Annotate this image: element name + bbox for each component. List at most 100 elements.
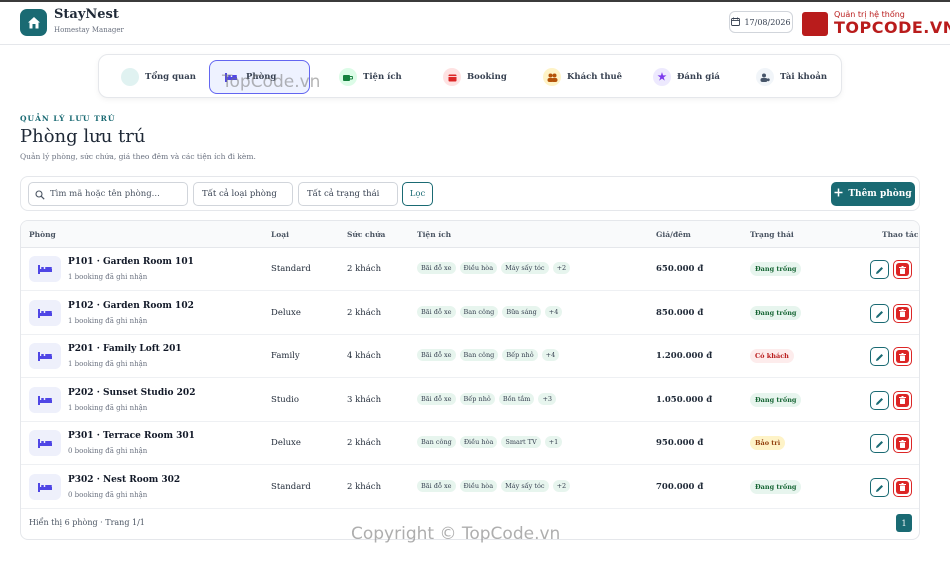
edit-button[interactable] [870, 477, 889, 497]
room-type-select[interactable]: Tất cả loại phòng [193, 182, 293, 206]
table-row: P101 · Garden Room 101 1 booking đã ghi … [21, 248, 919, 291]
dashboard-icon [121, 68, 139, 86]
edit-button[interactable] [870, 303, 889, 323]
room-type: Family [271, 351, 300, 361]
nav-item-booking[interactable]: Booking [431, 60, 519, 94]
status-select[interactable]: Tất cả trạng thái [298, 182, 398, 206]
amenity-chip: Bãi đỗ xe [417, 305, 456, 318]
room-price: 1.050.000 đ [656, 394, 713, 405]
room-capacity: 2 khách [347, 307, 382, 318]
nav-label: Tổng quan [145, 72, 196, 82]
delete-button[interactable] [893, 347, 912, 366]
room-price: 1.200.000 đ [656, 351, 713, 361]
nav-item-overview[interactable]: Tổng quan [109, 60, 208, 94]
users-icon [543, 68, 561, 86]
watermark-center: TopCode.vn [222, 72, 321, 92]
delete-button[interactable] [893, 260, 912, 279]
amenity-chip: Ban công [417, 436, 456, 448]
pencil-icon [875, 391, 884, 410]
amenity-chip: Bếp nhỏ [459, 392, 495, 405]
trash-icon [896, 393, 909, 407]
trash-icon [896, 350, 909, 363]
room-name: P201 · Family Loft 201 [68, 344, 182, 354]
bed-icon [29, 386, 61, 413]
brand-name: StayNest [54, 7, 119, 22]
col-amenities: Tiện ích [417, 230, 452, 239]
bed-icon [29, 299, 61, 326]
amenity-more-chip: +2 [552, 479, 571, 492]
add-room-button[interactable]: Thêm phòng [831, 182, 915, 206]
watermark-logo: Quản trị hệ thống TOPCODE.VN [802, 10, 950, 40]
plus-icon [834, 188, 843, 200]
bed-icon [29, 430, 61, 456]
amenity-chip: Bãi đỗ xe [417, 262, 456, 274]
delete-button[interactable] [893, 477, 912, 497]
room-booking-count: 1 booking đã ghi nhận [68, 403, 148, 412]
delete-button[interactable] [893, 434, 912, 453]
pencil-icon [875, 304, 884, 323]
amenity-chip: Điều hòa [459, 479, 498, 492]
trash-icon [896, 306, 909, 320]
room-name: P302 · Nest Room 302 [68, 474, 181, 485]
room-name: P301 · Terrace Room 301 [68, 431, 195, 441]
col-actions: Thao tác [882, 230, 919, 239]
amenity-chip: Bồn tắm [498, 392, 535, 405]
room-booking-count: 0 booking đã ghi nhận [68, 447, 148, 455]
delete-button[interactable] [893, 303, 912, 323]
room-price: 950.000 đ [656, 438, 704, 448]
amenity-list: Bãi đỗ xe Ban công Bữa sáng +4 [417, 305, 563, 318]
search-icon [35, 185, 45, 204]
amenity-chip: Bãi đỗ xe [417, 479, 456, 492]
status-badge: Có khách [750, 349, 794, 363]
room-capacity: 2 khách [347, 438, 382, 448]
amenity-chip: Máy sấy tóc [501, 262, 549, 274]
filter-button[interactable]: Lọc [402, 182, 433, 206]
nav-item-account[interactable]: Tài khoản [744, 60, 839, 94]
home-logo-icon[interactable] [20, 9, 47, 36]
amenity-list: Bãi đỗ xe Điều hòa Máy sấy tóc +2 [417, 262, 571, 274]
amenity-chip: Bếp nhỏ [502, 349, 538, 361]
bed-icon [29, 256, 61, 282]
amenity-more-chip: +4 [541, 349, 560, 361]
edit-button[interactable] [870, 347, 889, 366]
nav-label: Đánh giá [677, 72, 720, 82]
edit-button[interactable] [870, 390, 889, 410]
nav-item-tenants[interactable]: Khách thuê [531, 60, 634, 94]
amenity-list: Bãi đỗ xe Ban công Bếp nhỏ +4 [417, 349, 560, 361]
room-booking-count: 1 booking đã ghi nhận [68, 360, 148, 368]
nav-item-amenities[interactable]: Tiện ích [327, 60, 414, 94]
coffee-icon [339, 68, 357, 86]
page-eyebrow: QUẢN LÝ LƯU TRÚ [20, 114, 116, 123]
status-badge: Đang trống [750, 479, 802, 494]
page-button[interactable]: 1 [896, 514, 912, 532]
nav-label: Tiện ích [363, 72, 402, 82]
watermark-logo-text: TOPCODE.VN [834, 18, 950, 37]
col-price: Giá/đêm [656, 230, 691, 239]
date-display[interactable]: 17/08/2026 [729, 11, 793, 33]
table-row: P201 · Family Loft 201 1 booking đã ghi … [21, 335, 919, 378]
room-type: Deluxe [271, 307, 301, 318]
table-row: P202 · Sunset Studio 202 1 booking đã gh… [21, 379, 919, 422]
user-gear-icon [756, 68, 774, 86]
col-type: Loại [271, 230, 289, 239]
amenity-chip: Bãi đỗ xe [417, 349, 456, 361]
edit-button[interactable] [870, 260, 889, 279]
search-input[interactable] [50, 189, 180, 199]
delete-button[interactable] [893, 390, 912, 410]
nav-item-reviews[interactable]: ★ Đánh giá [641, 60, 732, 94]
amenity-list: Bãi đỗ xe Điều hòa Máy sấy tóc +2 [417, 479, 571, 492]
nav-label: Khách thuê [567, 72, 623, 82]
search-box[interactable] [28, 182, 188, 206]
room-capacity: 2 khách [347, 481, 382, 492]
amenity-chip: Máy sấy tóc [501, 479, 549, 492]
watermark-copyright: Copyright © TopCode.vn [351, 524, 561, 544]
table-row: P302 · Nest Room 302 0 booking đã ghi nh… [21, 466, 919, 509]
trash-icon [896, 263, 909, 276]
amenity-chip: Smart TV [501, 436, 541, 448]
pagination-info: Hiển thị 6 phòng · Trang 1/1 [29, 518, 145, 527]
top-bar: StayNest Homestay Manager 17/08/2026 Quả… [0, 0, 950, 45]
col-room: Phòng [29, 230, 56, 239]
edit-button[interactable] [870, 434, 889, 453]
amenity-list: Ban công Điều hòa Smart TV +1 [417, 436, 563, 448]
amenity-chip: Ban công [459, 349, 499, 361]
